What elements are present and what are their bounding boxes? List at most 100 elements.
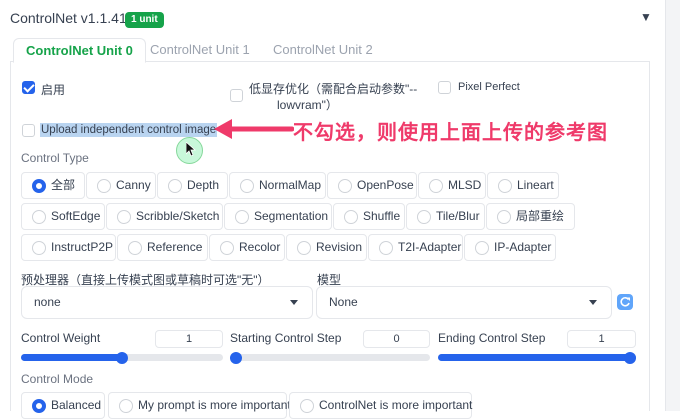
model-dropdown[interactable]: None bbox=[316, 286, 612, 319]
control-type-openpose[interactable]: OpenPose bbox=[327, 172, 417, 199]
control-type-mlsd[interactable]: MLSD bbox=[418, 172, 486, 199]
radio-label: NormalMap bbox=[259, 178, 322, 192]
radio-icon bbox=[417, 210, 431, 224]
triangle-down-icon[interactable]: ▼ bbox=[640, 10, 652, 24]
radio-label: Reference bbox=[147, 240, 203, 254]
control-type-instructp2p[interactable]: InstructP2P bbox=[21, 234, 116, 261]
control-weight-label: Control Weight bbox=[21, 331, 101, 345]
starting-step-input[interactable]: 0 bbox=[363, 330, 430, 348]
control-type-depth[interactable]: Depth bbox=[157, 172, 228, 199]
control-weight-input[interactable]: 1 bbox=[155, 330, 223, 348]
ending-step-input[interactable]: 1 bbox=[567, 330, 636, 348]
radio-label: T2I-Adapter bbox=[398, 240, 462, 254]
pixel-perfect-checkbox[interactable] bbox=[438, 81, 451, 94]
radio-selected-icon bbox=[32, 179, 46, 193]
radio-icon bbox=[379, 241, 393, 255]
control-type-t2i-adapter[interactable]: T2I-Adapter bbox=[368, 234, 463, 261]
radio-label: Recolor bbox=[239, 240, 281, 254]
tab-controlnet-unit-2[interactable]: ControlNet Unit 2 bbox=[261, 38, 385, 63]
control-mode-balanced[interactable]: Balanced bbox=[21, 392, 105, 419]
radio-icon bbox=[338, 179, 352, 193]
control-type-inpaint[interactable]: 局部重绘 bbox=[486, 203, 575, 230]
slider-thumb[interactable] bbox=[230, 351, 242, 364]
radio-icon bbox=[168, 179, 182, 193]
enable-checkbox[interactable] bbox=[22, 81, 35, 94]
slider-thumb[interactable] bbox=[116, 351, 128, 364]
radio-icon bbox=[220, 241, 234, 255]
control-type-reference[interactable]: Reference bbox=[117, 234, 208, 261]
preprocessor-value: none bbox=[34, 295, 61, 309]
radio-label: Revision bbox=[316, 240, 363, 254]
panel-title: ControlNet v1.1.417 bbox=[10, 10, 135, 26]
radio-label: Scribble/Sketch bbox=[136, 209, 220, 223]
control-type-lineart[interactable]: Lineart bbox=[487, 172, 559, 199]
control-mode-label: Control Mode bbox=[21, 372, 94, 386]
tab-controlnet-unit-0[interactable]: ControlNet Unit 0 bbox=[13, 38, 146, 63]
control-type-revision[interactable]: Revision bbox=[286, 234, 367, 261]
radio-icon bbox=[235, 210, 249, 224]
low-vram-checkbox[interactable] bbox=[230, 89, 243, 102]
control-type-all[interactable]: 全部 bbox=[21, 172, 85, 199]
radio-label: MLSD bbox=[448, 178, 482, 192]
control-weight-slider[interactable] bbox=[21, 351, 223, 364]
starting-step-slider[interactable] bbox=[230, 351, 430, 364]
enable-label: 启用 bbox=[41, 83, 66, 97]
annotation-text: 不勾选，则使用上面上传的参考图 bbox=[293, 122, 608, 144]
radio-label: InstructP2P bbox=[51, 240, 114, 254]
ending-step-slider[interactable] bbox=[438, 351, 636, 364]
control-type-tile-blur[interactable]: Tile/Blur bbox=[406, 203, 485, 230]
radio-label: 局部重绘 bbox=[516, 209, 565, 223]
radio-icon bbox=[497, 210, 511, 224]
mouse-pointer-icon bbox=[186, 142, 196, 156]
control-type-ip-adapter[interactable]: IP-Adapter bbox=[464, 234, 556, 261]
control-type-shuffle[interactable]: Shuffle bbox=[333, 203, 405, 230]
chevron-down-icon bbox=[589, 300, 597, 305]
radio-icon bbox=[429, 179, 443, 193]
radio-label: Shuffle bbox=[363, 209, 401, 223]
slider-thumb[interactable] bbox=[624, 351, 636, 364]
radio-label: 全部 bbox=[51, 178, 76, 192]
control-type-normalmap[interactable]: NormalMap bbox=[229, 172, 326, 199]
control-type-segmentation[interactable]: Segmentation bbox=[224, 203, 332, 230]
low-vram-label-line2: lowvram"） bbox=[277, 98, 338, 112]
control-type-scribble-sketch[interactable]: Scribble/Sketch bbox=[106, 203, 223, 230]
control-type-canny[interactable]: Canny bbox=[86, 172, 156, 199]
preprocessor-dropdown[interactable]: none bbox=[21, 286, 313, 319]
low-vram-label-line1: 低显存优化（需配合启动参数"-- bbox=[249, 82, 418, 96]
radio-icon bbox=[97, 179, 111, 193]
radio-label: Balanced bbox=[51, 398, 102, 412]
control-mode-prompt-important[interactable]: My prompt is more important bbox=[108, 392, 291, 419]
radio-label: ControlNet is more important bbox=[319, 398, 473, 412]
upload-independent-label: Upload independent control image bbox=[40, 123, 218, 137]
starting-step-label: Starting Control Step bbox=[230, 331, 342, 345]
upload-independent-checkbox[interactable] bbox=[22, 124, 35, 137]
pixel-perfect-label: Pixel Perfect bbox=[458, 81, 520, 93]
radio-label: Canny bbox=[116, 178, 151, 192]
radio-icon bbox=[475, 241, 489, 255]
radio-icon bbox=[32, 210, 46, 224]
slider-fill bbox=[21, 354, 122, 361]
tab-controlnet-unit-1[interactable]: ControlNet Unit 1 bbox=[138, 38, 262, 63]
radio-icon bbox=[128, 241, 142, 255]
radio-label: My prompt is more important bbox=[138, 398, 291, 412]
model-value: None bbox=[329, 295, 358, 309]
radio-icon bbox=[117, 210, 131, 224]
refresh-icon[interactable] bbox=[617, 294, 633, 310]
radio-icon bbox=[297, 241, 311, 255]
control-type-recolor[interactable]: Recolor bbox=[209, 234, 285, 261]
ending-step-label: Ending Control Step bbox=[438, 331, 546, 345]
control-type-label: Control Type bbox=[21, 151, 89, 165]
radio-label: Segmentation bbox=[254, 209, 329, 223]
annotation-arrow bbox=[214, 119, 294, 139]
control-mode-controlnet-important[interactable]: ControlNet is more important bbox=[289, 392, 472, 419]
radio-icon bbox=[344, 210, 358, 224]
chevron-down-icon bbox=[290, 300, 298, 305]
slider-fill bbox=[438, 354, 636, 361]
radio-label: Lineart bbox=[517, 178, 554, 192]
control-type-softedge[interactable]: SoftEdge bbox=[21, 203, 105, 230]
radio-label: OpenPose bbox=[357, 178, 414, 192]
radio-label: SoftEdge bbox=[51, 209, 101, 223]
radio-label: Tile/Blur bbox=[436, 209, 480, 223]
radio-icon bbox=[240, 179, 254, 193]
scrollbar-track[interactable] bbox=[665, 0, 680, 411]
